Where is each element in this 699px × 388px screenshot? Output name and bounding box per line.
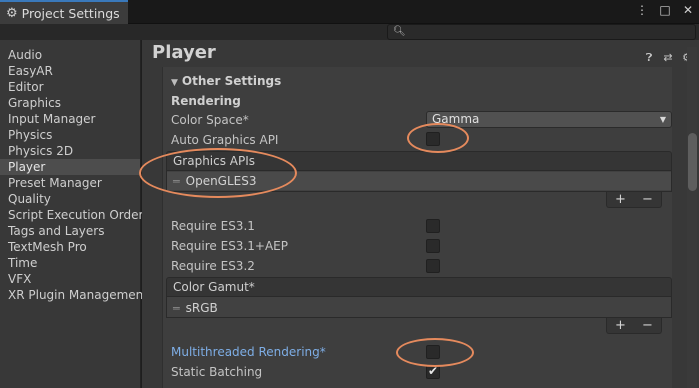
chevron-down-icon: ▼: [659, 115, 666, 124]
graphics-apis-footer: + −: [606, 192, 662, 208]
drag-handle-icon[interactable]: ═: [173, 175, 180, 188]
sidebar-item-vfx[interactable]: VFX: [0, 271, 140, 287]
tab-project-settings[interactable]: ⚙ Project Settings: [0, 0, 128, 24]
page-title: Player: [152, 42, 216, 63]
require-es31-aep-checkbox[interactable]: [426, 239, 440, 253]
close-icon[interactable]: ✕: [681, 3, 695, 17]
require-es31-aep-label: Require ES3.1+AEP: [171, 239, 288, 253]
sidebar-item-audio[interactable]: Audio: [0, 47, 140, 63]
add-graphics-api-button[interactable]: +: [615, 192, 626, 207]
sidebar-item-tags-and-layers[interactable]: Tags and Layers: [0, 223, 140, 239]
auto-graphics-api-checkbox[interactable]: [426, 132, 440, 146]
sidebar-item-quality[interactable]: Quality: [0, 191, 140, 207]
search-icon: 🔍︎: [393, 26, 406, 37]
header-icons: ❓︎ ⇄ ⚙: [643, 51, 693, 65]
foldout-triangle-icon: ▼: [171, 78, 178, 88]
sidebar-item-time[interactable]: Time: [0, 255, 140, 271]
sidebar-item-preset-manager[interactable]: Preset Manager: [0, 175, 140, 191]
list-item[interactable]: ═ OpenGLES3: [167, 172, 671, 190]
other-settings-section: ▼ Other Settings Rendering Color Space* G…: [162, 67, 672, 388]
rendering-header: Rendering: [171, 94, 241, 108]
scrollbar-thumb[interactable]: [688, 133, 697, 191]
tab-title: Project Settings: [21, 5, 120, 21]
sidebar-item-xr-plugin-management[interactable]: XR Plugin Management: [0, 287, 148, 303]
auto-graphics-api-label: Auto Graphics API: [171, 133, 279, 147]
sidebar-item-textmesh-pro[interactable]: TextMesh Pro: [0, 239, 140, 255]
graphics-apis-header: Graphics APIs: [166, 151, 672, 171]
static-batching-checkbox[interactable]: [426, 364, 440, 379]
inspector-panel: Player ❓︎ ⇄ ⚙ ▼Other Settings Rendering …: [142, 40, 699, 388]
settings-sidebar: Audio EasyAR Editor Graphics Input Manager Ph…: [0, 40, 148, 388]
require-es31-label: Require ES3.1: [171, 219, 255, 233]
scrollbar-track[interactable]: [687, 47, 697, 388]
sidebar-item-player[interactable]: Player: [0, 159, 140, 175]
sidebar-item-script-execution-order[interactable]: Script Execution Order: [0, 207, 143, 223]
sidebar-item-physics-2d[interactable]: Physics 2D: [0, 143, 140, 159]
require-es32-checkbox[interactable]: [426, 259, 440, 273]
color-gamut-footer: + −: [606, 318, 662, 334]
color-space-label: Color Space*: [171, 113, 249, 127]
search-input[interactable]: 🔍︎: [387, 24, 696, 40]
color-gamut-header: Color Gamut*: [166, 277, 672, 297]
graphics-apis-list: ═ OpenGLES3: [166, 171, 672, 192]
remove-color-gamut-button[interactable]: −: [642, 318, 653, 333]
section-header-other-settings[interactable]: ▼ Other Settings: [171, 74, 281, 88]
require-es31-checkbox[interactable]: [426, 219, 440, 233]
title-bar: ⚙ Project Settings ⋮ □ ✕: [0, 0, 699, 24]
remove-graphics-api-button[interactable]: −: [642, 192, 653, 207]
sidebar-item-easyar[interactable]: EasyAR: [0, 63, 140, 79]
gear-icon: ⚙: [6, 5, 18, 21]
add-color-gamut-button[interactable]: +: [615, 318, 626, 333]
sidebar-item-input-manager[interactable]: Input Manager: [0, 111, 140, 127]
more-options-icon[interactable]: ⋮: [635, 3, 649, 17]
multithreaded-rendering-label: Multithreaded Rendering*: [171, 345, 326, 359]
color-space-dropdown[interactable]: Gamma ▼: [426, 111, 672, 128]
sidebar-item-editor[interactable]: Editor: [0, 79, 140, 95]
sidebar-item-graphics[interactable]: Graphics: [0, 95, 140, 111]
help-icon[interactable]: ❓︎: [643, 51, 655, 65]
maximize-icon[interactable]: □: [658, 3, 672, 17]
list-item[interactable]: ═ sRGB: [167, 299, 671, 317]
static-batching-label: Static Batching: [171, 365, 263, 379]
sidebar-item-physics[interactable]: Physics: [0, 127, 140, 143]
color-gamut-list: ═ sRGB: [166, 297, 672, 318]
multithreaded-rendering-checkbox[interactable]: [426, 345, 440, 359]
preset-icon[interactable]: ⇄: [662, 51, 674, 65]
color-space-value: Gamma: [432, 112, 480, 126]
drag-handle-icon[interactable]: ═: [173, 302, 180, 315]
require-es32-label: Require ES3.2: [171, 259, 255, 273]
window-controls: ⋮ □ ✕: [635, 3, 695, 17]
